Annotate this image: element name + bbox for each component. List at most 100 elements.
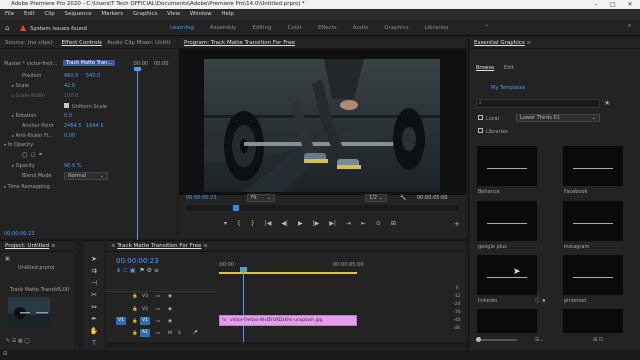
project-item-thumbnail[interactable] [8, 297, 50, 327]
thumb-size-slider[interactable] [477, 339, 517, 341]
razor-tool-icon[interactable]: ✂ [89, 289, 99, 301]
step-back-icon[interactable]: ◀| [281, 220, 288, 227]
eye-icon-v2[interactable]: ◉ [168, 307, 172, 312]
work-area-bar[interactable] [219, 272, 357, 274]
position-y[interactable]: 540.0 [86, 73, 100, 79]
extract-icon[interactable]: ⇤ [361, 220, 366, 227]
fit-select[interactable]: Fit ⌄ [247, 194, 275, 202]
program-scrub-bar[interactable] [186, 205, 458, 211]
export-frame-icon[interactable]: ⊙ [376, 220, 381, 227]
template-thumb-behance[interactable] [477, 146, 537, 186]
hand-tool-icon[interactable]: ✋ [89, 325, 99, 337]
program-timecode[interactable]: 00:00:00:23 [186, 195, 217, 201]
tab-effect-controls[interactable]: Effect Controls [62, 40, 102, 46]
sync-icon-v2[interactable]: ▭ [156, 307, 160, 312]
tab-editing[interactable]: Editing [244, 20, 279, 36]
template-thumb-linkedin[interactable] [477, 255, 537, 295]
menu-edit[interactable]: Edit [24, 11, 35, 17]
my-templates-link[interactable]: My Templates [491, 85, 525, 91]
tab-color[interactable]: Color [280, 20, 310, 36]
lock-icon-v2[interactable]: 🔒 [132, 307, 138, 312]
menu-help[interactable]: Help [221, 11, 234, 17]
tab-project[interactable]: Project: Untitled [5, 243, 49, 249]
timeline-tool-icons[interactable]: ⋔ ⊂ ▣ ⚑ ⚙ ≡ [116, 267, 159, 274]
tab-assembly[interactable]: Assembly [202, 20, 245, 36]
new-layer-icon[interactable]: ⊞ ⊡ [593, 337, 603, 343]
play-icon[interactable]: ▶ [298, 220, 303, 227]
type-tool-icon[interactable]: T [89, 337, 99, 349]
menu-window[interactable]: Window [190, 11, 212, 17]
ec-playhead-handle[interactable] [134, 67, 141, 71]
template-thumb-pinterest[interactable] [563, 255, 623, 295]
tab-sequence[interactable]: Track Matte Transition For Free [117, 243, 201, 249]
template-thumb-facebook[interactable] [563, 146, 623, 186]
rotation-value[interactable]: 0.0 [64, 113, 72, 119]
template-thumb-7[interactable] [477, 309, 537, 333]
menu-file[interactable]: File [5, 11, 14, 17]
ec-playhead[interactable] [137, 68, 138, 258]
lock-icon-a1[interactable]: 🔒 [132, 331, 138, 336]
menu-clip[interactable]: Clip [44, 11, 54, 17]
eye-icon-v3[interactable]: ◉ [168, 294, 172, 299]
mute-icon-a1[interactable]: M [168, 331, 172, 336]
blend-mode-select[interactable]: Normal ⌄ [64, 172, 108, 180]
rect-mask-icon[interactable]: □ [31, 152, 36, 158]
anchor-y[interactable]: 1644.5 [86, 123, 104, 129]
local-checkbox[interactable] [478, 115, 483, 120]
pen-tool-icon[interactable]: ✒ [89, 313, 99, 325]
resolution-select[interactable]: 1/2 ⌄ [365, 194, 387, 202]
project-panel-tools[interactable]: ✎ ☰ ▦ ◯ [6, 338, 30, 344]
anchor-x[interactable]: 2464.5 [64, 123, 82, 129]
maximize-button[interactable]: □ [605, 0, 621, 9]
list-view-icon[interactable]: ☰⌄ [535, 337, 544, 343]
mark-out-icon[interactable]: } [251, 220, 255, 227]
tab-browse[interactable]: Browse [476, 65, 494, 71]
timeline-playhead-handle[interactable] [240, 267, 247, 272]
add-marker-icon[interactable]: ▾ [224, 220, 227, 227]
anti-flicker-value[interactable]: 0.00 [64, 133, 75, 139]
tab-graphics[interactable]: Graphics [376, 20, 416, 36]
lift-icon[interactable]: ⇥ [346, 220, 351, 227]
menu-view[interactable]: View [167, 11, 180, 17]
track-label-v2[interactable]: V2 [142, 307, 148, 312]
lock-icon-v1[interactable]: 🔒 [132, 319, 138, 324]
tab-edit[interactable]: Edit [504, 65, 514, 71]
tab-effects[interactable]: Effects [310, 20, 345, 36]
track-label-v1[interactable]: V1 [140, 317, 150, 325]
mark-in-icon[interactable]: { [237, 220, 241, 227]
timeline-clip[interactable]: fx victor-freitas-WvDYdXDzkhs-unsplash.j… [219, 315, 357, 326]
home-icon[interactable]: ⌂ [5, 24, 13, 32]
slip-tool-icon[interactable]: ⇔ [89, 301, 99, 313]
lock-icon-v3[interactable]: 🔒 [132, 294, 138, 299]
tab-source[interactable]: Source: (no clips) [5, 40, 53, 46]
sync-icon-v1[interactable]: ▭ [156, 319, 160, 324]
step-forward-icon[interactable]: |▶ [313, 220, 320, 227]
track-label-v3[interactable]: V3 [142, 294, 148, 299]
template-search-input[interactable]: ⌕ [476, 99, 600, 108]
wrench-icon[interactable]: 🔧 [400, 195, 406, 201]
tab-essential-graphics[interactable]: Essential Graphics [474, 40, 525, 46]
close-button[interactable]: ✕ [622, 0, 638, 9]
comparison-view-icon[interactable]: ⊞ [391, 220, 396, 227]
pen-mask-icon[interactable]: ✒ [39, 152, 43, 158]
menu-markers[interactable]: Markers [101, 11, 123, 17]
timeline-scrollbar[interactable] [106, 342, 466, 348]
favorites-star-icon[interactable]: ★ [604, 99, 610, 107]
more-workspaces-icon[interactable]: » [485, 23, 488, 29]
track-label-a1[interactable]: A1 [140, 329, 150, 337]
new-bin-icon[interactable]: ▣ [5, 256, 10, 262]
minimize-button[interactable]: – [588, 0, 604, 9]
program-playhead[interactable] [233, 205, 239, 211]
menu-graphics[interactable]: Graphics [133, 11, 157, 17]
opacity-value[interactable]: 90.0 % [64, 163, 81, 169]
sync-icon-a1[interactable]: ▭ [156, 331, 160, 336]
tab-audio[interactable]: Audio [345, 20, 377, 36]
go-to-out-icon[interactable]: ▶| [329, 220, 336, 227]
fx-badge[interactable]: fx [8, 142, 13, 148]
timeline-playhead[interactable] [243, 267, 244, 347]
track-select-tool-icon[interactable]: ⇉ [89, 265, 99, 277]
libraries-checkbox[interactable] [478, 128, 483, 133]
ellipse-mask-icon[interactable]: ◯ [22, 152, 28, 158]
solo-icon-a1[interactable]: S [178, 331, 181, 336]
button-editor-icon[interactable]: + [454, 220, 460, 228]
